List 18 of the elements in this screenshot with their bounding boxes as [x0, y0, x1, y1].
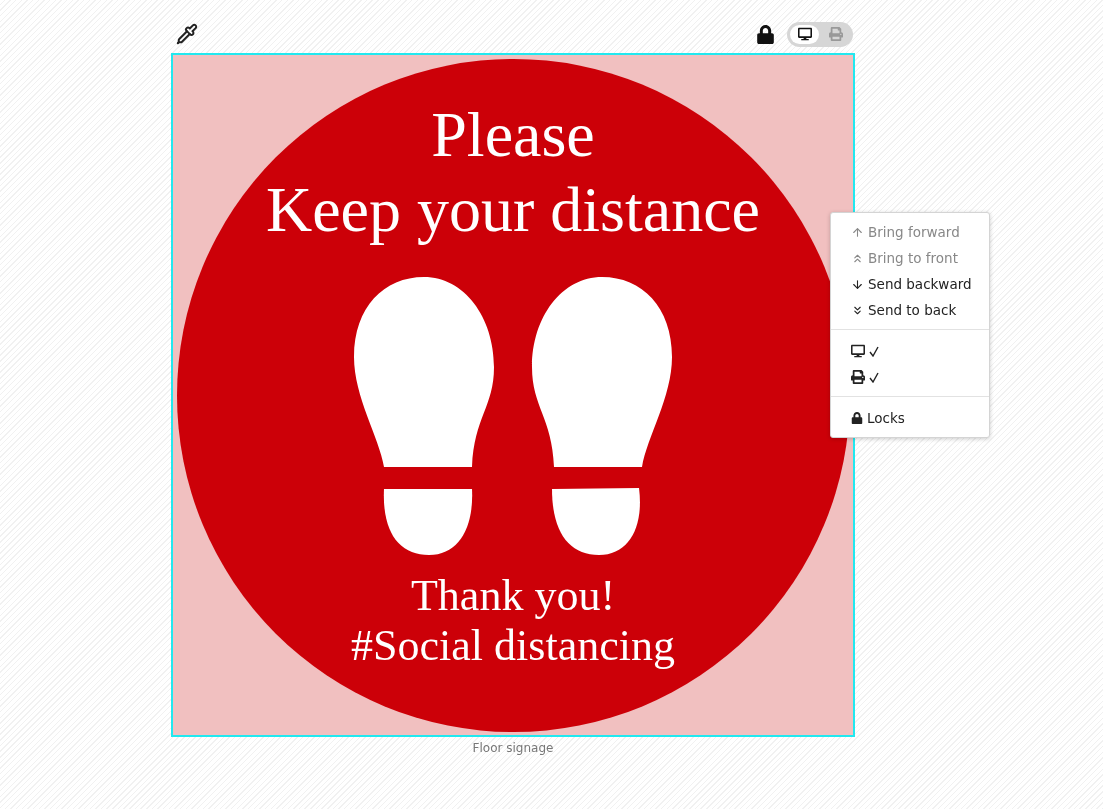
screen-view-button[interactable] — [790, 24, 819, 44]
sign-footer-text: Thank you! — [410, 570, 616, 621]
arrow-up-icon — [851, 225, 864, 239]
canvas-caption: Floor signage — [471, 741, 555, 755]
sign-headline: Please — [431, 97, 595, 172]
menu-item[interactable]: Send backward — [831, 271, 989, 297]
monitor-icon — [851, 344, 865, 358]
menu-item[interactable]: Locks — [831, 405, 989, 431]
arrow-down-icon — [851, 277, 864, 291]
eyedropper-icon[interactable] — [176, 23, 198, 45]
sign-headline: Keep your distance — [266, 172, 760, 247]
lock-icon[interactable] — [756, 24, 775, 44]
sign-footer-text: #Social distancing — [351, 620, 675, 671]
printer-icon — [851, 370, 865, 384]
printer-icon — [828, 27, 843, 41]
menu-item[interactable]: Send to back — [831, 297, 989, 323]
lock-icon — [851, 412, 863, 424]
monitor-icon — [797, 27, 812, 41]
